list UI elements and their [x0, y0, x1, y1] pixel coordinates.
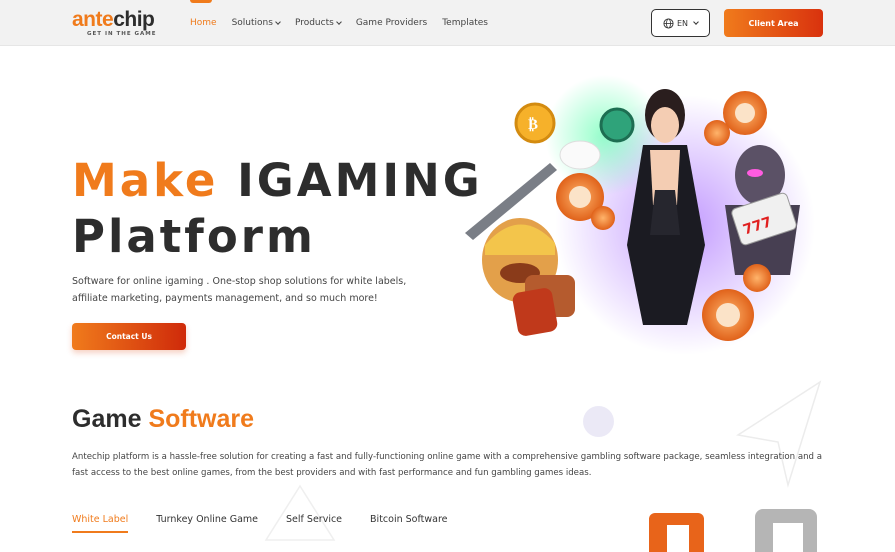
- contact-us-button[interactable]: Contact Us: [72, 323, 186, 350]
- site-header: antechip GET IN THE GAME Home Solutions …: [0, 0, 895, 46]
- tab-self-service[interactable]: Self Service: [286, 514, 342, 533]
- tab-bitcoin-software[interactable]: Bitcoin Software: [370, 514, 447, 533]
- software-tabs: White Label Turnkey Online Game Self Ser…: [72, 514, 476, 533]
- nav-item-home[interactable]: Home: [190, 0, 217, 46]
- chevron-down-icon: [693, 19, 699, 25]
- main-nav: Home Solutions Products Game Providers T…: [190, 0, 503, 46]
- language-label: EN: [676, 18, 689, 28]
- section-title: Game Software: [72, 405, 255, 433]
- nav-item-templates[interactable]: Templates: [442, 0, 488, 46]
- section-description: Antechip platform is a hassle-free solut…: [72, 452, 823, 478]
- language-selector[interactable]: EN: [651, 9, 710, 37]
- logo-tagline: GET IN THE GAME: [87, 31, 157, 37]
- tab-turnkey-online-game[interactable]: Turnkey Online Game: [156, 514, 258, 533]
- nav-item-game-providers[interactable]: Game Providers: [356, 0, 427, 46]
- tab-white-label[interactable]: White Label: [72, 514, 129, 533]
- logo-wordmark: antechip: [72, 8, 155, 31]
- decorative-triangle: [264, 484, 336, 541]
- svg-text:₿: ₿: [528, 115, 538, 133]
- decorative-circle: [583, 406, 614, 437]
- globe-icon: [663, 17, 674, 29]
- hero-title: Make IGAMING Platform: [72, 154, 483, 263]
- nav-item-solutions[interactable]: Solutions: [232, 0, 281, 46]
- chevron-down-icon: [275, 19, 281, 25]
- chevron-down-icon: [335, 19, 342, 25]
- hero-description: Software for online igaming . One-stop s…: [72, 276, 407, 304]
- nav-item-products[interactable]: Products: [295, 0, 342, 46]
- hero-casino-illustration: 777 ₿: [465, 75, 815, 355]
- antechip-logo[interactable]: antechip GET IN THE GAME: [72, 8, 167, 40]
- client-area-button[interactable]: Client Area: [724, 9, 823, 37]
- tab-preview-graphic: [649, 509, 817, 552]
